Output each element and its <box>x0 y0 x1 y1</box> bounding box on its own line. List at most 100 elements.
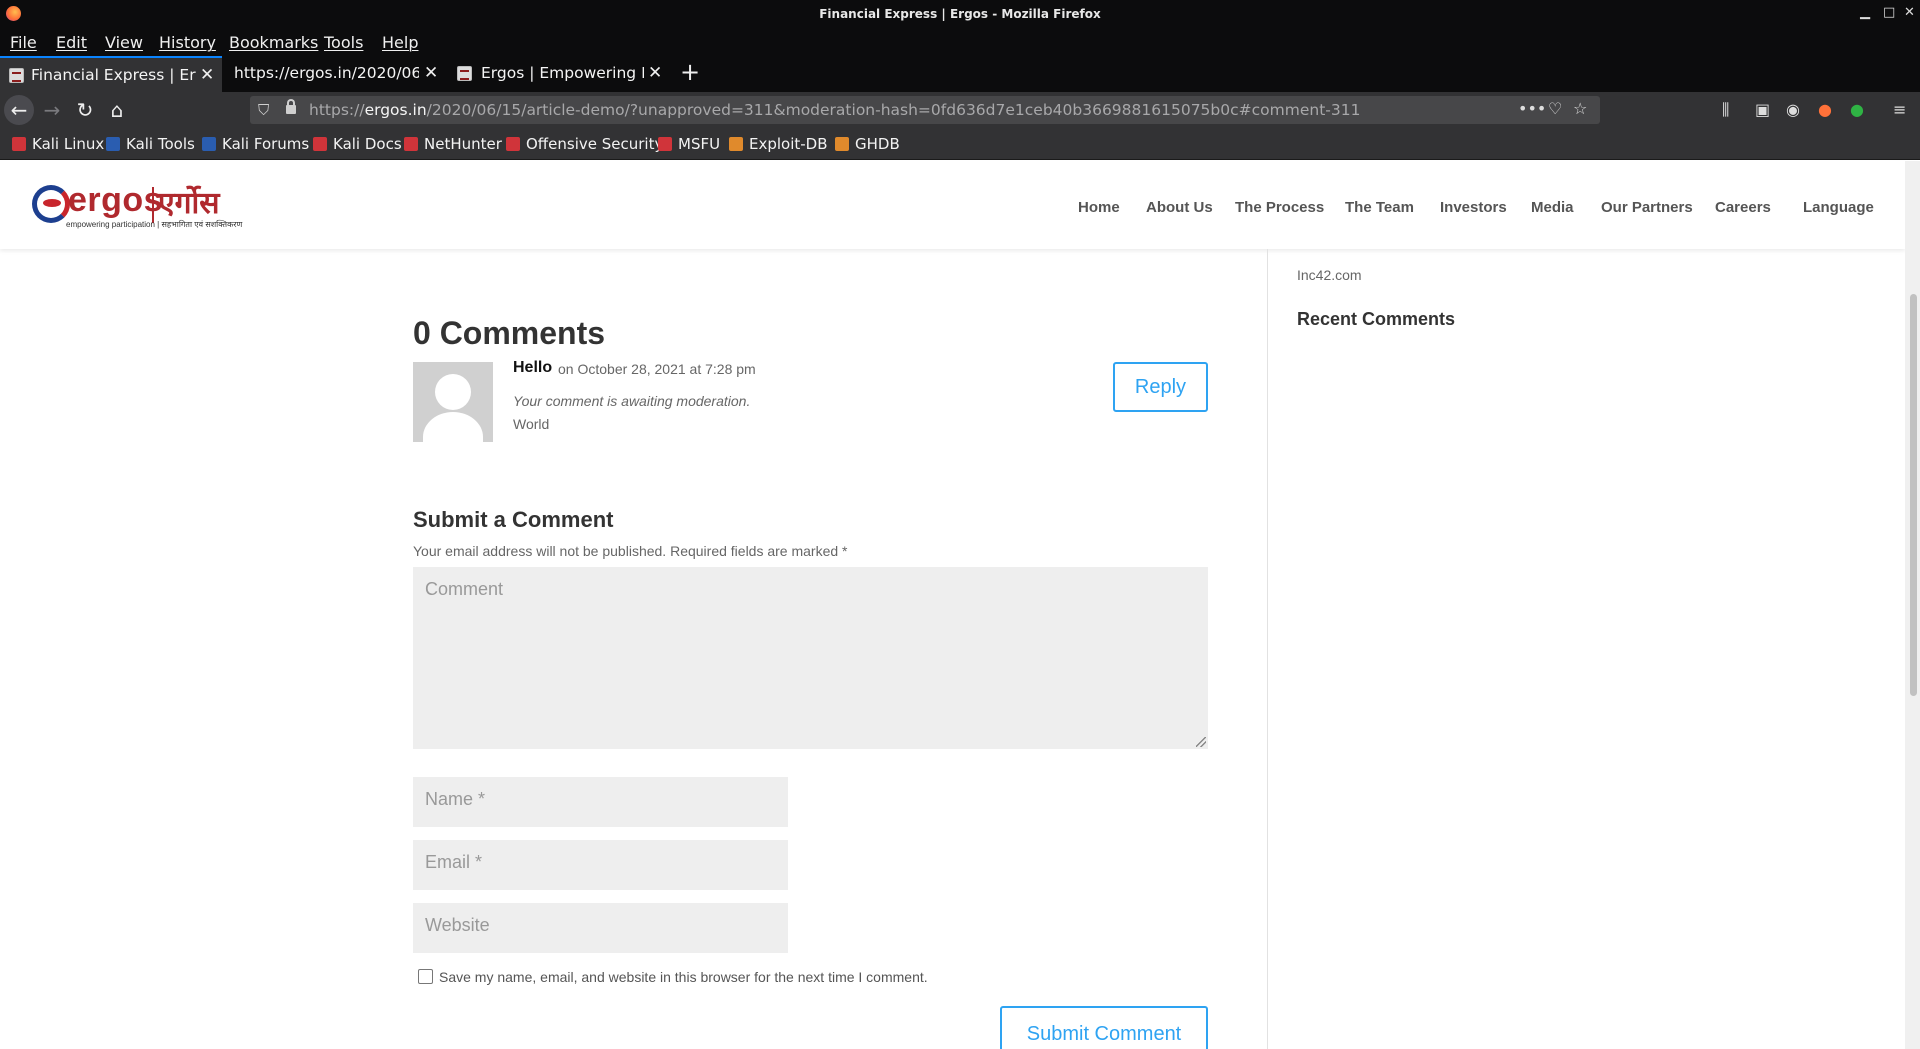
minimize-icon[interactable]: ▁ <box>1860 5 1870 20</box>
comment-author: Hello <box>513 359 553 376</box>
comment-textarea[interactable]: Comment <box>413 567 1208 749</box>
kali-dragon-icon <box>12 137 26 151</box>
page-actions-icon[interactable]: ••• <box>1518 99 1546 118</box>
bookmark-offensive-security[interactable]: Offensive Security <box>506 135 663 153</box>
library-icon[interactable]: ⫼ <box>1722 100 1729 120</box>
avatar-body-icon <box>423 412 483 442</box>
nethunter-icon <box>404 137 418 151</box>
close-window-icon[interactable]: ✕ <box>1904 5 1915 20</box>
sidebar-link-inc42[interactable]: Inc42.com <box>1297 267 1362 283</box>
scrollbar-thumb[interactable] <box>1910 294 1917 696</box>
menu-edit[interactable]: Edit <box>56 33 87 52</box>
pocket-icon[interactable]: ♡ <box>1548 99 1562 118</box>
home-icon[interactable]: ⌂ <box>102 95 132 125</box>
save-info-checkbox[interactable] <box>418 969 433 984</box>
kali-forums-icon <box>202 137 216 151</box>
avatar-head-icon <box>435 374 471 410</box>
kali-tools-icon <box>106 137 120 151</box>
submit-comment-button[interactable]: Submit Comment <box>1000 1006 1208 1049</box>
menu-view[interactable]: View <box>105 33 143 52</box>
menu-help[interactable]: Help <box>382 33 418 52</box>
lock-icon[interactable] <box>286 99 296 114</box>
address-bar[interactable]: ⛉ https://ergos.in/2020/06/15/article-de… <box>250 96 1600 124</box>
nav-media[interactable]: Media <box>1531 199 1574 216</box>
bookmarks-toolbar: Kali Linux Kali Tools Kali Forums Kali D… <box>0 128 1920 160</box>
menu-file[interactable]: File <box>10 33 37 52</box>
reload-icon[interactable]: ↻ <box>70 95 100 125</box>
url-text[interactable]: https://ergos.in/2020/06/15/article-demo… <box>309 101 1360 119</box>
forward-arrow-icon[interactable]: → <box>37 95 67 125</box>
new-tab-icon[interactable]: + <box>680 60 700 84</box>
tab-ergos-empowering[interactable]: Ergos | Empowering Part ✕ <box>448 56 670 92</box>
extension-green-icon[interactable]: ● <box>1850 100 1864 119</box>
name-field[interactable]: Name * <box>413 777 788 827</box>
avatar <box>413 362 493 442</box>
ergos-logo[interactable]: ergos एर्गोस empowering participation | … <box>32 181 252 233</box>
comment-text: World <box>513 416 550 432</box>
kali-docs-icon <box>313 137 327 151</box>
bookmark-kali-forums[interactable]: Kali Forums <box>202 135 309 153</box>
navigation-toolbar: ← → ↻ ⌂ ⛉ https://ergos.in/2020/06/15/ar… <box>0 92 1920 128</box>
account-icon[interactable]: ◉ <box>1786 100 1800 119</box>
website-field[interactable]: Website <box>413 903 788 953</box>
extension-fox-icon[interactable]: ● <box>1818 100 1832 119</box>
nav-the-process[interactable]: The Process <box>1235 199 1324 216</box>
bookmark-star-icon[interactable]: ☆ <box>1573 99 1587 118</box>
bookmark-exploit-db[interactable]: Exploit-DB <box>729 135 828 153</box>
submit-comment-title: Submit a Comment <box>413 507 614 532</box>
comment-date[interactable]: on October 28, 2021 at 7:28 pm <box>558 361 756 377</box>
exploit-db-icon <box>729 137 743 151</box>
nav-our-partners[interactable]: Our Partners <box>1601 199 1693 216</box>
bookmark-msfu[interactable]: MSFU <box>658 135 720 153</box>
sidebar-icon[interactable]: ▣ <box>1755 100 1770 119</box>
tab-label: Ergos | Empowering Part <box>481 64 644 82</box>
window-titlebar: Financial Express | Ergos - Mozilla Fire… <box>0 0 1920 28</box>
save-info-label[interactable]: Save my name, email, and website in this… <box>439 969 928 985</box>
window-title: Financial Express | Ergos - Mozilla Fire… <box>819 7 1101 21</box>
nav-careers[interactable]: Careers <box>1715 199 1771 216</box>
reply-button[interactable]: Reply <box>1113 362 1208 412</box>
nav-home[interactable]: Home <box>1078 199 1120 216</box>
close-tab-icon[interactable]: ✕ <box>200 65 214 85</box>
tab-bar: Financial Express | Ergos ✕ https://ergo… <box>0 56 1920 92</box>
menu-history[interactable]: History <box>159 33 216 52</box>
tab-financial-express[interactable]: Financial Express | Ergos ✕ <box>0 56 222 92</box>
logo-word: ergos <box>68 181 164 219</box>
comment-placeholder: Comment <box>425 579 504 599</box>
maximize-icon[interactable]: □ <box>1883 5 1895 20</box>
close-tab-icon[interactable]: ✕ <box>424 63 438 83</box>
bookmark-ghdb[interactable]: GHDB <box>835 135 900 153</box>
logo-divider <box>152 187 154 223</box>
logo-tagline: empowering participation | सहभागिता एवं … <box>66 220 243 229</box>
tab-favicon-icon <box>457 66 472 81</box>
msfu-icon <box>658 137 672 151</box>
back-arrow-icon[interactable]: ← <box>4 95 34 125</box>
resize-grip-icon[interactable] <box>1196 737 1206 747</box>
tab-label: Financial Express | Ergos <box>31 66 196 84</box>
nav-language[interactable]: Language <box>1803 199 1874 216</box>
menu-bookmarks[interactable]: Bookmarks <box>229 33 318 52</box>
comment-moderation-notice: Your comment is awaiting moderation. <box>513 393 751 409</box>
close-tab-icon[interactable]: ✕ <box>648 63 662 83</box>
nav-investors[interactable]: Investors <box>1440 199 1507 216</box>
bookmark-kali-linux[interactable]: Kali Linux <box>12 135 104 153</box>
nav-the-team[interactable]: The Team <box>1345 199 1414 216</box>
sidebar-divider <box>1267 249 1268 1049</box>
required-fields-note: Your email address will not be published… <box>413 543 848 559</box>
comments-title: 0 Comments <box>413 315 606 351</box>
hamburger-menu-icon[interactable]: ≡ <box>1893 100 1906 119</box>
nav-about-us[interactable]: About Us <box>1146 199 1213 216</box>
tracking-shield-icon[interactable]: ⛉ <box>258 101 269 119</box>
recent-comments-title: Recent Comments <box>1297 309 1456 329</box>
logo-hindi: एर्गोस <box>158 187 220 220</box>
menu-bar: File Edit View History Bookmarks Tools H… <box>0 28 1920 56</box>
tab-favicon-icon <box>9 68 24 83</box>
bookmark-kali-tools[interactable]: Kali Tools <box>106 135 195 153</box>
bookmark-nethunter[interactable]: NetHunter <box>404 135 502 153</box>
bookmark-kali-docs[interactable]: Kali Docs <box>313 135 402 153</box>
tab-label: https://ergos.in/2020/06/15/ <box>234 64 419 82</box>
menu-tools[interactable]: Tools <box>324 33 363 52</box>
tab-ergos-url[interactable]: https://ergos.in/2020/06/15/ ✕ <box>224 56 446 92</box>
email-field[interactable]: Email * <box>413 840 788 890</box>
ghdb-icon <box>835 137 849 151</box>
